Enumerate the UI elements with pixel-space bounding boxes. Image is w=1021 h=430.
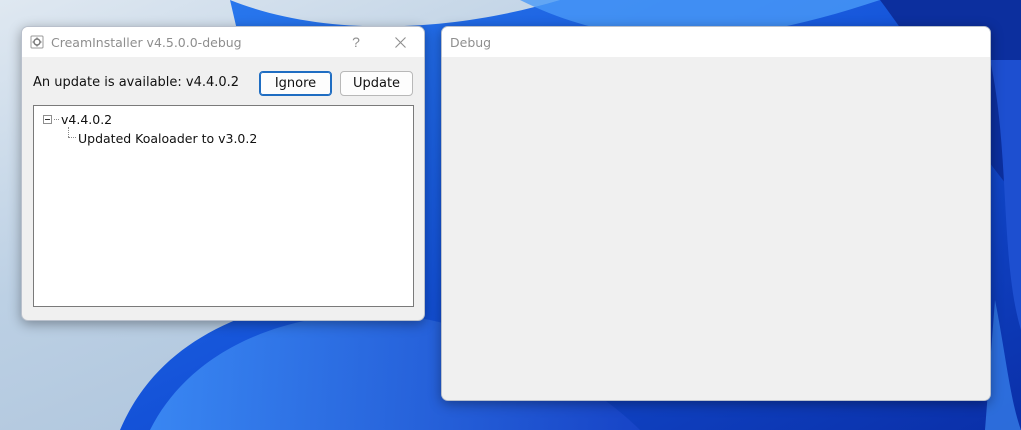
creaminstaller-window: CreamInstaller v4.5.0.0-debug ? An updat… [21, 26, 425, 321]
update-available-label: An update is available: v4.4.0.2 [33, 75, 240, 90]
close-icon [394, 36, 406, 48]
tree-node-label: v4.4.0.2 [61, 111, 113, 127]
tree-node-label: Updated Koaloader to v3.0.2 [78, 130, 258, 146]
changelog-tree[interactable]: v4.4.0.2 Updated Koaloader to v3.0.2 [33, 105, 414, 307]
gear-icon [30, 35, 44, 49]
debug-content-area[interactable] [442, 57, 990, 400]
tree-connector-horizontal [68, 137, 76, 138]
debug-title-bar[interactable]: Debug [442, 27, 990, 57]
tree-connector-vertical [68, 127, 69, 137]
debug-window-title: Debug [450, 34, 492, 50]
update-button[interactable]: Update [340, 71, 413, 96]
close-button[interactable] [380, 27, 420, 57]
tree-node-change[interactable]: Updated Koaloader to v3.0.2 [78, 129, 257, 147]
window-title: CreamInstaller v4.5.0.0-debug [51, 34, 242, 50]
minus-box-icon[interactable] [43, 114, 52, 124]
debug-window: Debug [441, 26, 991, 401]
tree-connector [54, 118, 59, 120]
tree-node-version[interactable]: v4.4.0.2 [43, 110, 112, 128]
help-icon: ? [352, 34, 360, 50]
update-row: An update is available: v4.4.0.2 Ignore … [33, 71, 413, 97]
title-bar[interactable]: CreamInstaller v4.5.0.0-debug ? [22, 27, 424, 57]
ignore-button[interactable]: Ignore [259, 71, 332, 96]
help-button[interactable]: ? [336, 27, 376, 57]
